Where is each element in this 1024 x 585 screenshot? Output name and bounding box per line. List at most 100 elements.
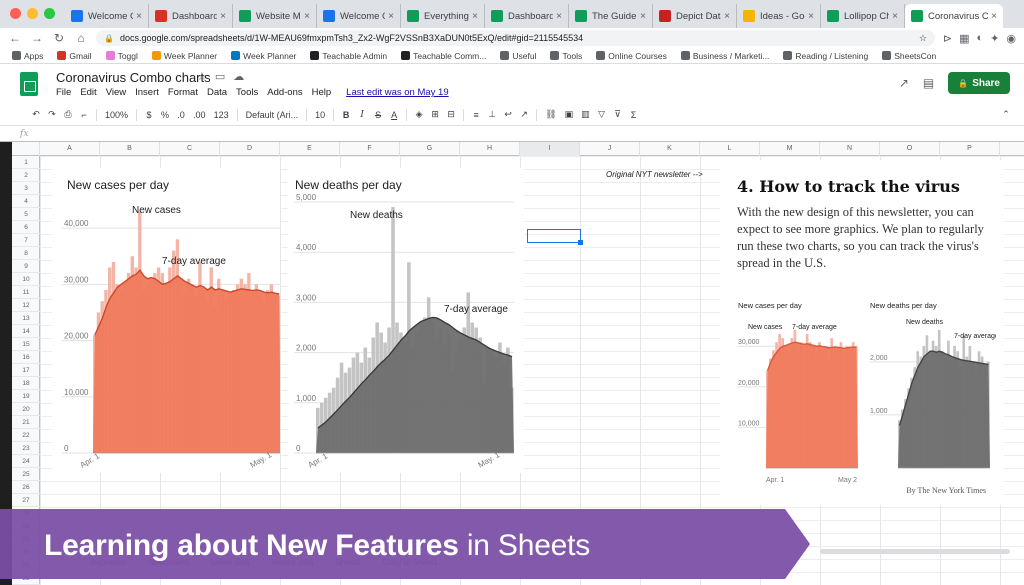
explore-trend-icon[interactable]: ↗ — [899, 76, 909, 90]
bookmark-item[interactable]: Week Planner — [231, 51, 296, 61]
strikethrough-button[interactable]: S — [374, 110, 382, 120]
browser-tab[interactable]: Everything you s× — [401, 4, 485, 28]
tab-close-icon[interactable]: × — [472, 11, 478, 22]
forward-icon[interactable]: → — [30, 31, 44, 45]
text-rotation-icon[interactable]: ↗ — [520, 109, 528, 120]
browser-tab[interactable]: Website Manage× — [233, 4, 317, 28]
font-size-select[interactable]: 10 — [315, 110, 325, 120]
horizontal-scrollbar[interactable] — [820, 549, 1010, 554]
column-header[interactable]: P — [940, 142, 1000, 156]
row-header[interactable]: 22 — [12, 429, 40, 442]
tab-close-icon[interactable]: × — [808, 11, 814, 22]
column-header[interactable]: K — [640, 142, 700, 156]
cloud-icon[interactable]: ☁ — [233, 70, 244, 83]
column-header[interactable]: G — [400, 142, 460, 156]
folder-icon[interactable]: ▭ — [215, 70, 225, 83]
column-header[interactable]: A — [40, 142, 100, 156]
borders-icon[interactable]: ⊞ — [431, 109, 439, 120]
text-wrap-icon[interactable]: ↩ — [504, 109, 512, 120]
print-icon[interactable]: ⎙ — [64, 109, 72, 120]
browser-tab[interactable]: Dashboard Desig× — [485, 4, 569, 28]
bookmark-item[interactable]: Gmail — [57, 51, 92, 61]
column-header[interactable]: F — [340, 142, 400, 156]
row-header[interactable]: 20 — [12, 403, 40, 416]
row-header[interactable]: 26 — [12, 481, 40, 494]
column-header[interactable]: D — [220, 142, 280, 156]
column-header[interactable]: H — [460, 142, 520, 156]
column-header[interactable]: I — [520, 142, 580, 156]
star-icon[interactable]: ☆ — [197, 70, 207, 83]
column-header[interactable]: E — [280, 142, 340, 156]
row-header[interactable]: 7 — [12, 234, 40, 247]
column-header[interactable]: N — [820, 142, 880, 156]
tab-close-icon[interactable]: × — [724, 11, 730, 22]
browser-tab[interactable]: Ideas - Google S× — [737, 4, 821, 28]
row-header[interactable]: 24 — [12, 455, 40, 468]
menu-item-edit[interactable]: Edit — [80, 87, 96, 98]
tab-close-icon[interactable]: × — [556, 11, 562, 22]
row-header[interactable]: 21 — [12, 416, 40, 429]
column-header[interactable]: O — [880, 142, 940, 156]
insert-comment-icon[interactable]: ▣ — [565, 109, 574, 120]
number-format-select[interactable]: 123 — [214, 110, 229, 120]
tab-close-icon[interactable]: × — [220, 11, 226, 22]
vertical-align-icon[interactable]: ⊥ — [488, 109, 496, 120]
row-header[interactable]: 9 — [12, 260, 40, 273]
menu-item-tools[interactable]: Tools — [236, 87, 258, 98]
bookmark-item[interactable]: Teachable Comm... — [401, 51, 486, 61]
menu-item-data[interactable]: Data — [207, 87, 227, 98]
decrease-decimal-button[interactable]: .0 — [177, 110, 185, 120]
bookmark-item[interactable]: Useful — [500, 51, 536, 61]
comments-icon[interactable]: ▤ — [923, 76, 934, 90]
share-button[interactable]: 🔒 Share — [948, 72, 1010, 94]
tab-close-icon[interactable]: × — [136, 11, 142, 22]
row-header[interactable]: 23 — [12, 442, 40, 455]
percent-format-button[interactable]: % — [161, 110, 169, 120]
row-header[interactable]: 5 — [12, 208, 40, 221]
reload-icon[interactable]: ↻ — [52, 31, 66, 45]
extension-icon[interactable]: ◐ — [977, 32, 984, 45]
deaths-chart-card[interactable]: New deaths per day 0 1,000 2,000 3,000 4,000… — [288, 168, 524, 473]
bookmark-star-icon[interactable]: ☆ — [919, 33, 927, 44]
tab-close-icon[interactable]: × — [991, 11, 997, 22]
tab-close-icon[interactable]: × — [892, 11, 898, 22]
browser-tab[interactable]: Welcome Google× — [65, 4, 149, 28]
select-all-corner[interactable] — [12, 142, 40, 156]
maximize-window-button[interactable] — [44, 8, 55, 19]
bookmark-item[interactable]: Toggl — [105, 51, 138, 61]
horizontal-align-icon[interactable]: ≡ — [472, 110, 480, 120]
row-header[interactable]: 2 — [12, 169, 40, 182]
browser-tab[interactable]: Welcome Google× — [317, 4, 401, 28]
tab-close-icon[interactable]: × — [388, 11, 394, 22]
note-cell[interactable]: Original NYT newsletter --> — [606, 170, 703, 179]
row-header[interactable]: 10 — [12, 273, 40, 286]
insert-link-icon[interactable]: ⛓ — [545, 109, 556, 120]
more-chevron-icon[interactable]: ⌃ — [1002, 109, 1010, 120]
extension-icon[interactable]: ▦ — [959, 32, 969, 45]
sheets-logo-icon[interactable] — [20, 72, 38, 96]
row-header[interactable]: 12 — [12, 299, 40, 312]
row-header[interactable]: 8 — [12, 247, 40, 260]
row-header[interactable]: 18 — [12, 377, 40, 390]
menu-item-view[interactable]: View — [106, 87, 126, 98]
menu-item-file[interactable]: File — [56, 87, 71, 98]
browser-tab[interactable]: Depict Data Stud× — [653, 4, 737, 28]
cases-chart-card[interactable]: New cases per day 0 10,000 20,000 30,000 40,… — [52, 168, 281, 473]
document-title[interactable]: Coronavirus Combo charts — [56, 70, 211, 85]
bookmark-item[interactable]: Reading / Listening — [783, 51, 868, 61]
menu-item-format[interactable]: Format — [168, 87, 198, 98]
column-header[interactable]: J — [580, 142, 640, 156]
column-header[interactable]: L — [700, 142, 760, 156]
functions-icon[interactable]: Σ — [630, 110, 638, 120]
italic-button[interactable]: I — [358, 110, 366, 120]
home-icon[interactable]: ⌂ — [74, 31, 88, 45]
row-header[interactable]: 25 — [12, 468, 40, 481]
row-header[interactable]: 19 — [12, 390, 40, 403]
tab-close-icon[interactable]: × — [304, 11, 310, 22]
zoom-select[interactable]: 100% — [105, 110, 128, 120]
bookmark-item[interactable]: Week Planner — [151, 51, 217, 61]
bookmark-item[interactable]: Tools — [550, 51, 582, 61]
selected-cell[interactable] — [527, 229, 583, 245]
redo-icon[interactable]: ↷ — [48, 109, 56, 120]
filter-icon[interactable]: ▽ — [598, 109, 606, 120]
